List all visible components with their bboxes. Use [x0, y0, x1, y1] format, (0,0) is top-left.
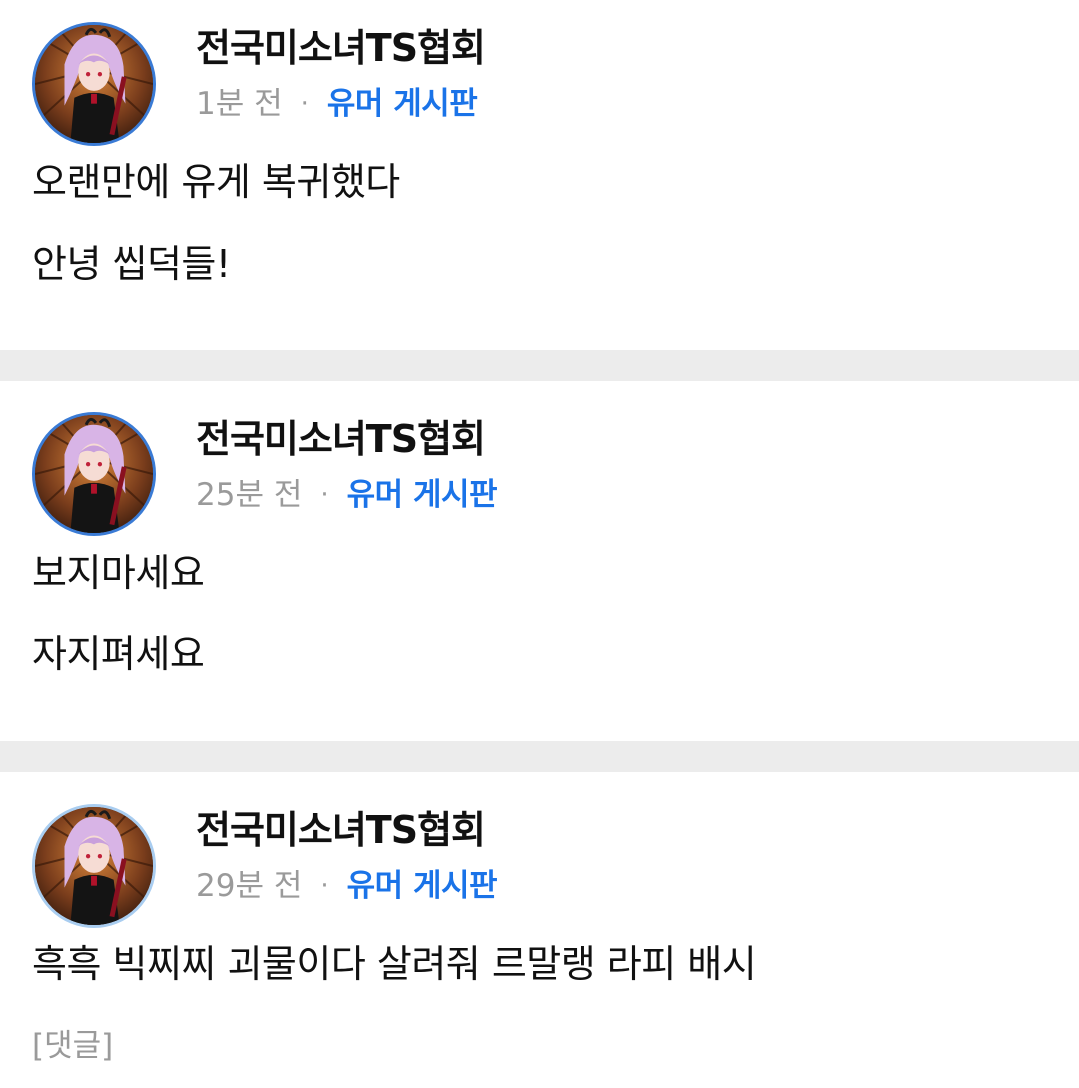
post-text-line: 자지펴세요 [32, 632, 205, 676]
post-time: 1분 전 [196, 86, 283, 122]
board-link[interactable]: 유머 게시판 [327, 84, 478, 124]
post-text-line: 흑흑 빅찌찌 괴물이다 살려줘 르말랭 라피 배시 [32, 942, 757, 986]
author-name[interactable]: 전국미소녀TS협회 [196, 24, 486, 72]
post-time: 29분 전 [196, 868, 303, 904]
avatar[interactable] [32, 412, 156, 536]
post-text-line: 보지마세요 [32, 551, 205, 595]
post-divider [0, 741, 1079, 772]
meta-separator: · [320, 871, 329, 901]
post-card[interactable]: 전국미소녀TS협회 29분 전 · 유머 게시판 흑흑 빅찌찌 괴물이다 살려줘… [0, 772, 1079, 1088]
board-link[interactable]: 유머 게시판 [347, 866, 498, 906]
avatar[interactable] [32, 804, 156, 928]
post-meta: 1분 전 · 유머 게시판 [196, 84, 478, 124]
post-divider [0, 350, 1079, 381]
comment-link[interactable]: [댓글] [32, 1026, 113, 1066]
avatar[interactable] [32, 22, 156, 146]
profile-avatar-icon [35, 415, 153, 533]
post-text-line: 오랜만에 유게 복귀했다 [32, 160, 400, 204]
post-text-line: 안녕 씹덕들! [32, 242, 231, 286]
post-time: 25분 전 [196, 477, 303, 513]
profile-avatar-icon [35, 807, 153, 925]
post-meta: 25분 전 · 유머 게시판 [196, 475, 498, 515]
author-name[interactable]: 전국미소녀TS협회 [196, 806, 486, 854]
post-meta: 29분 전 · 유머 게시판 [196, 866, 498, 906]
meta-separator: · [300, 89, 309, 119]
meta-separator: · [320, 480, 329, 510]
post-card[interactable]: 전국미소녀TS협회 1분 전 · 유머 게시판 오랜만에 유게 복귀했다 안녕 … [0, 0, 1079, 350]
profile-avatar-icon [35, 25, 153, 143]
author-name[interactable]: 전국미소녀TS협회 [196, 415, 486, 463]
post-feed: 전국미소녀TS협회 1분 전 · 유머 게시판 오랜만에 유게 복귀했다 안녕 … [0, 0, 1079, 1088]
board-link[interactable]: 유머 게시판 [347, 475, 498, 515]
post-card[interactable]: 전국미소녀TS협회 25분 전 · 유머 게시판 보지마세요 자지펴세요 [0, 381, 1079, 741]
